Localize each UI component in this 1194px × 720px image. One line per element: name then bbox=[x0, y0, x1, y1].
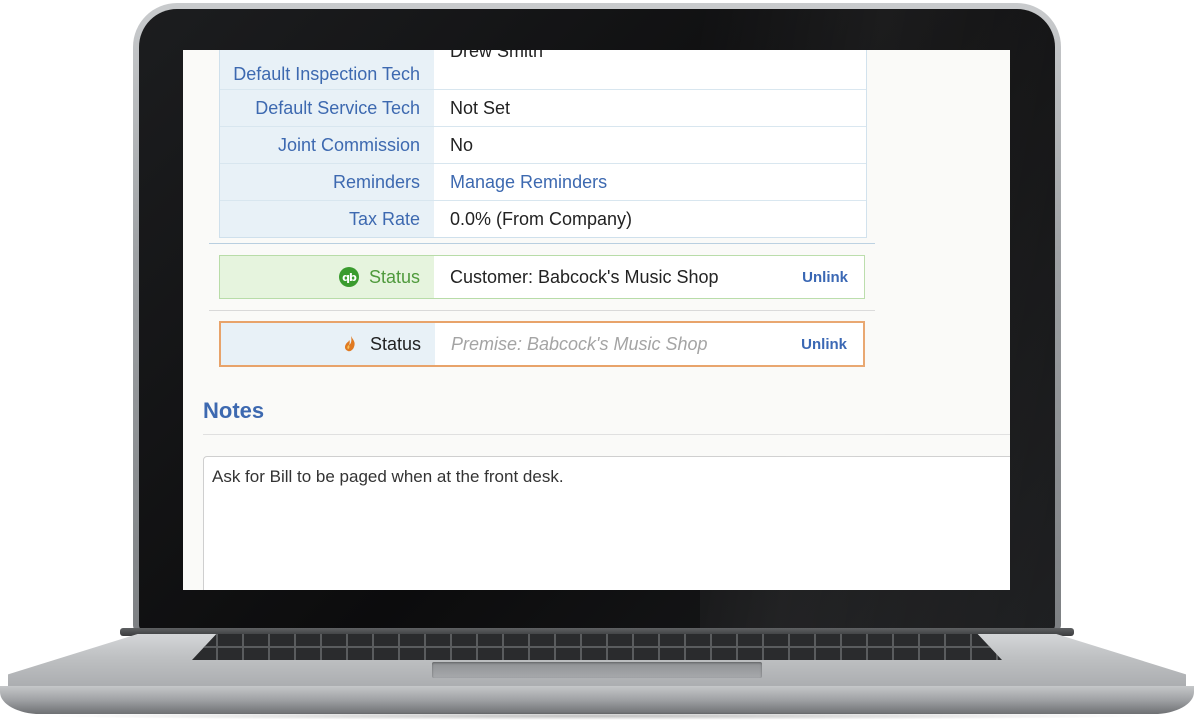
laptop-screen: Default Inspection Tech Drew Smith Defau… bbox=[183, 50, 1010, 590]
row-value: Drew Smith bbox=[434, 50, 866, 89]
laptop-base-edge bbox=[0, 686, 1194, 714]
table-row: Default Service Tech Not Set bbox=[220, 90, 866, 127]
table-row: Default Inspection Tech Drew Smith bbox=[220, 50, 866, 90]
quickbooks-status-label: qb Status bbox=[220, 256, 434, 298]
status-label-text: Status bbox=[369, 333, 421, 354]
status-label-text: Status bbox=[368, 266, 420, 287]
row-value: Manage Reminders bbox=[434, 164, 866, 200]
laptop-trackpad bbox=[432, 662, 762, 678]
row-label: Default Inspection Tech bbox=[220, 50, 434, 89]
row-value: No bbox=[434, 127, 866, 163]
details-table: Default Inspection Tech Drew Smith Defau… bbox=[219, 50, 867, 238]
row-label: Reminders bbox=[220, 164, 434, 200]
premise-status-value: Premise: Babcock's Music Shop Unlink bbox=[435, 323, 863, 365]
laptop-shadow bbox=[30, 712, 1164, 720]
row-label: Joint Commission bbox=[220, 127, 434, 163]
table-row: Tax Rate 0.0% (From Company) bbox=[220, 201, 866, 237]
section-divider bbox=[209, 243, 875, 244]
section-divider bbox=[209, 310, 875, 311]
notes-textarea[interactable]: Ask for Bill to be paged when at the fro… bbox=[203, 456, 1010, 590]
premise-status-label: Status bbox=[221, 323, 435, 365]
row-label: Tax Rate bbox=[220, 201, 434, 237]
quickbooks-status-value: Customer: Babcock's Music Shop Unlink bbox=[434, 256, 864, 298]
notes-heading: Notes bbox=[203, 398, 265, 423]
premise-status-row: Status Premise: Babcock's Music Shop Unl… bbox=[219, 321, 865, 367]
quickbooks-unlink-button[interactable]: Unlink bbox=[802, 269, 848, 286]
table-row: Reminders Manage Reminders bbox=[220, 164, 866, 201]
flame-icon bbox=[344, 336, 356, 352]
quickbooks-status-row: qb Status Customer: Babcock's Music Shop… bbox=[219, 255, 865, 299]
laptop-keyboard bbox=[192, 634, 1002, 660]
premise-name-text: Premise: Babcock's Music Shop bbox=[451, 333, 708, 354]
table-row: Joint Commission No bbox=[220, 127, 866, 164]
row-value: 0.0% (From Company) bbox=[434, 201, 866, 237]
row-label: Default Service Tech bbox=[220, 90, 434, 126]
premise-unlink-button[interactable]: Unlink bbox=[801, 336, 847, 353]
quickbooks-customer-text: Customer: Babcock's Music Shop bbox=[450, 266, 719, 287]
row-value: Not Set bbox=[434, 90, 866, 126]
notes-divider bbox=[203, 434, 1010, 435]
manage-reminders-link[interactable]: Manage Reminders bbox=[450, 172, 607, 193]
quickbooks-icon: qb bbox=[338, 267, 359, 287]
